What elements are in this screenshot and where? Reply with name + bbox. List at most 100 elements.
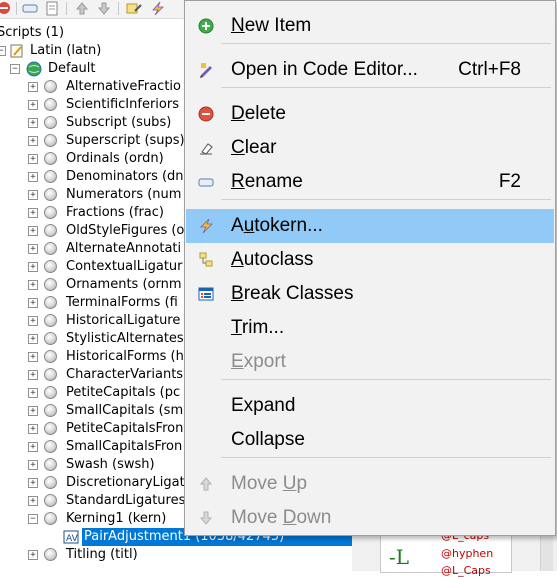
expand-icon[interactable]: + — [28, 82, 38, 92]
rename-icon[interactable] — [22, 1, 38, 16]
menu-separator — [221, 457, 551, 458]
lookup-icon: AV — [63, 529, 79, 545]
menu-separator — [221, 379, 551, 380]
feature-icon — [44, 242, 57, 255]
green-plus-icon — [198, 18, 214, 34]
expand-icon[interactable]: + — [28, 280, 38, 290]
feature-icon — [44, 512, 57, 525]
expand-icon[interactable]: + — [28, 262, 38, 272]
menu-item-shortcut: Ctrl+F8 — [458, 59, 521, 80]
menu-item-rim[interactable]: Trim... — [186, 311, 554, 345]
expand-icon[interactable]: + — [28, 478, 38, 488]
menu-item-lear[interactable]: Clear — [186, 131, 554, 165]
remove-icon[interactable] — [0, 1, 12, 16]
menu-item-open-in-code-editor[interactable]: Open in Code Editor... Ctrl+F8 — [186, 53, 554, 87]
expand-icon[interactable]: + — [28, 100, 38, 110]
feature-icon — [44, 296, 57, 309]
tree-item-label: PetiteCapitalsFron — [66, 421, 184, 436]
menu-item-label: Delete — [231, 103, 286, 124]
vertical-scrollbar[interactable] — [540, 530, 553, 571]
glyph-preview-cell[interactable]: @L_caps -L @hyphen @L_Caps — [380, 529, 512, 577]
globe-icon — [26, 61, 42, 77]
tree-item-label: DiscretionaryLigat — [66, 475, 185, 490]
tree-item-label: TerminalForms (fi — [66, 295, 178, 310]
feature-icon — [44, 422, 57, 435]
menu-item-ew-item[interactable]: New Item — [186, 9, 554, 43]
arrow-down-icon[interactable] — [96, 1, 112, 16]
tree-item-label: StylisticAlternates — [66, 331, 184, 346]
expand-icon[interactable]: + — [28, 406, 38, 416]
lightning-icon[interactable] — [150, 1, 166, 16]
menu-item-label: Expand — [231, 395, 296, 416]
expand-icon[interactable]: + — [28, 550, 38, 560]
menu-item-label: Open in Code Editor... — [231, 59, 418, 80]
expand-icon[interactable]: + — [28, 334, 38, 344]
expand-icon[interactable]: + — [28, 298, 38, 308]
class-icon[interactable] — [126, 1, 142, 16]
collapse-icon[interactable]: − — [0, 46, 6, 56]
feature-icon — [44, 494, 57, 507]
script-icon — [9, 43, 25, 59]
menu-item-xport[interactable]: Export — [186, 345, 554, 379]
tree-item-label: AlternativeFractio — [66, 79, 181, 94]
menu-item-label: Collapse — [231, 429, 305, 450]
tree-item-label: HistoricalLigature — [66, 313, 181, 328]
tree-item-label: PetiteCapitals (pc — [66, 385, 181, 400]
expand-icon[interactable]: + — [28, 154, 38, 164]
tree-item-label: OldStyleFigures (o — [66, 223, 185, 238]
feature-icon — [44, 188, 57, 201]
tree-item[interactable]: + Titling (titl) — [0, 546, 352, 564]
menu-item-label: Break Classes — [231, 283, 354, 304]
collapse-icon[interactable]: − — [10, 64, 20, 74]
expand-icon[interactable]: + — [28, 172, 38, 182]
expand-icon[interactable]: + — [28, 316, 38, 326]
feature-icon — [44, 368, 57, 381]
expand-icon[interactable]: + — [28, 352, 38, 362]
expand-icon[interactable]: + — [28, 244, 38, 254]
menu-item-p[interactable]: Move Up — [186, 467, 554, 501]
expand-icon[interactable]: + — [28, 136, 38, 146]
tree-item-label: Default — [48, 61, 96, 76]
tree-item-label: Denominators (dn — [66, 169, 184, 184]
expand-icon[interactable]: + — [28, 460, 38, 470]
menu-item-collapse[interactable]: Collapse — [186, 423, 554, 457]
feature-icon — [44, 386, 57, 399]
feature-icon — [44, 116, 57, 129]
tree-item-label: Titling (titl) — [66, 547, 138, 562]
feature-icon — [44, 332, 57, 345]
feature-icon — [44, 98, 57, 111]
feature-icon — [44, 548, 57, 561]
arrow-up-icon[interactable] — [74, 1, 90, 16]
menu-item-own[interactable]: Move Down — [186, 501, 554, 535]
menu-item-reak-classes[interactable]: Break Classes — [186, 277, 554, 311]
feature-icon — [44, 314, 57, 327]
expand-icon[interactable]: + — [28, 424, 38, 434]
document-icon[interactable] — [44, 1, 60, 16]
collapse-icon[interactable]: − — [28, 514, 38, 524]
menu-item-utoclass[interactable]: Autoclass — [186, 243, 554, 277]
expand-icon[interactable]: + — [28, 226, 38, 236]
rename-icon — [198, 174, 214, 190]
expand-icon[interactable]: + — [28, 496, 38, 506]
arrow-down-icon — [198, 510, 214, 526]
expand-icon[interactable]: + — [28, 442, 38, 452]
feature-icon — [44, 476, 57, 489]
expand-icon[interactable]: + — [28, 388, 38, 398]
menu-separator — [221, 199, 551, 200]
class-tree-icon — [198, 252, 214, 268]
menu-item-ename[interactable]: Rename F2 — [186, 165, 554, 199]
tree-item-label: Superscript (sups) — [66, 133, 185, 148]
tree-item-label: Subscript (subs) — [66, 115, 172, 130]
menu-item-elete[interactable]: Delete — [186, 97, 554, 131]
expand-icon[interactable]: + — [28, 118, 38, 128]
menu-item-expand[interactable]: Expand — [186, 389, 554, 423]
tree-item-label: Numerators (num — [66, 187, 182, 202]
expand-icon[interactable]: + — [28, 190, 38, 200]
tree-item-label: HistoricalForms (h — [66, 349, 184, 364]
menu-item-label: Move Up — [231, 473, 308, 494]
menu-item-tokern[interactable]: Autokern... — [186, 209, 554, 243]
expand-icon[interactable]: + — [28, 370, 38, 380]
expand-icon[interactable]: + — [28, 208, 38, 218]
arrow-up-icon — [198, 476, 214, 492]
menu-separator — [221, 43, 551, 44]
